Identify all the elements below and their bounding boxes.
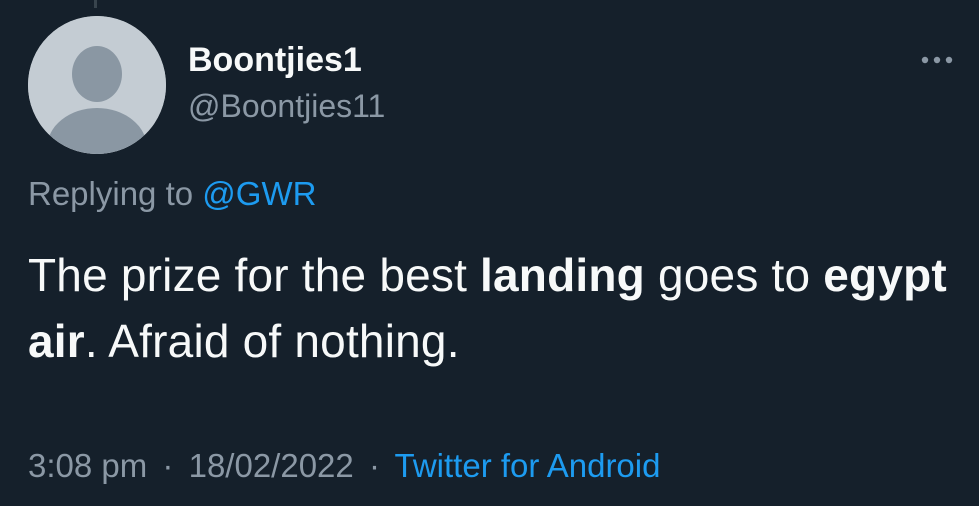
tweet-time[interactable]: 3:08 pm [28,447,147,484]
tweet-text-part: The prize for the best [28,249,481,301]
avatar[interactable] [28,16,166,154]
author-display-name[interactable]: Boontjies1 [188,40,385,80]
meta-separator: · [162,447,174,484]
default-profile-icon [28,16,166,154]
tweet-text-part: . Afraid of nothing. [84,315,460,367]
tweet-text: The prize for the best landing goes to e… [28,242,963,374]
tweet-source-link[interactable]: Twitter for Android [395,447,661,484]
thread-connector-line [94,0,97,8]
tweet-author[interactable]: Boontjies1 @Boontjies11 [188,40,385,126]
author-handle[interactable]: @Boontjies11 [188,86,385,126]
reply-mention-link[interactable]: @GWR [202,175,316,212]
tweet-metadata: 3:08 pm · 18/02/2022 · Twitter for Andro… [28,444,660,488]
tweet-text-part: goes to [645,249,824,301]
meta-separator: · [368,447,380,484]
tweet-date[interactable]: 18/02/2022 [189,447,354,484]
replying-to-label: Replying to [28,175,194,212]
replying-to-line: Replying to @GWR [28,172,316,216]
more-options-icon[interactable] [917,48,957,72]
tweet-text-bold: landing [480,249,645,301]
